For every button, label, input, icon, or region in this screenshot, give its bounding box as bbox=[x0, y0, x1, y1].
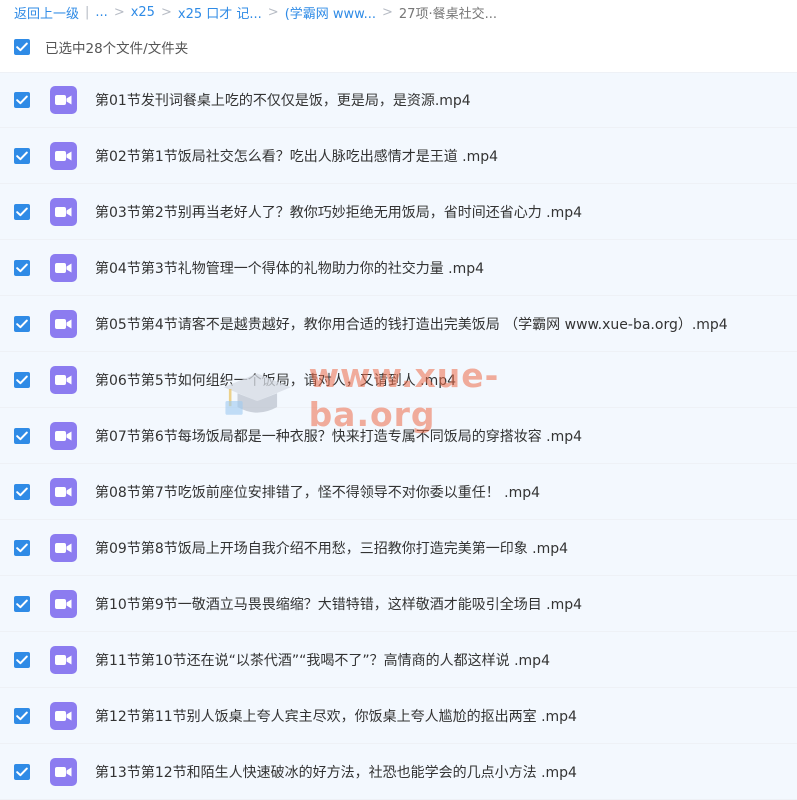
file-name[interactable]: 第05节第4节请客不是越贵越好，教你用合适的钱打造出完美饭局 （学霸网 www.… bbox=[95, 314, 728, 334]
checkmark-icon bbox=[16, 767, 28, 776]
video-file-icon bbox=[50, 309, 77, 338]
breadcrumb: 返回上一级 | ... > x25 > x25 口才 记... > (学霸网 w… bbox=[0, 0, 797, 24]
file-row[interactable]: 第04节第3节礼物管理一个得体的礼物助力你的社交力量 .mp4 bbox=[0, 240, 797, 296]
file-checkbox[interactable] bbox=[14, 92, 30, 108]
checkmark-icon bbox=[16, 543, 28, 552]
checkmark-icon bbox=[16, 319, 28, 328]
video-file-icon bbox=[50, 757, 77, 786]
breadcrumb-separator: > bbox=[160, 4, 172, 20]
breadcrumb-item-x25[interactable]: x25 bbox=[131, 5, 155, 20]
file-name[interactable]: 第02节第1节饭局社交怎么看？吃出人脉吃出感情才是王道 .mp4 bbox=[95, 146, 498, 166]
file-checkbox[interactable] bbox=[14, 707, 30, 724]
breadcrumb-current-folder: 27项·餐桌社交... bbox=[398, 6, 497, 22]
video-file-icon bbox=[50, 365, 77, 394]
video-file-icon bbox=[50, 533, 77, 562]
file-checkbox[interactable] bbox=[14, 651, 30, 668]
file-name[interactable]: 第10节第9节一敬酒立马畏畏缩缩？大错特错，这样敬酒才能吸引全场目 .mp4 bbox=[95, 594, 582, 614]
file-row[interactable]: 第10节第9节一敬酒立马畏畏缩缩？大错特错，这样敬酒才能吸引全场目 .mp4 bbox=[0, 576, 797, 632]
video-file-icon bbox=[50, 421, 77, 450]
checkmark-icon bbox=[16, 151, 28, 160]
breadcrumb-item-xueba[interactable]: (学霸网 www... bbox=[285, 3, 376, 22]
file-row[interactable]: 第11节第10节还在说“以茶代酒”“我喝不了”？高情商的人都这样说 .mp4 bbox=[0, 632, 797, 688]
checkmark-icon bbox=[16, 655, 28, 664]
checkmark-icon bbox=[16, 711, 28, 720]
checkmark-icon bbox=[16, 207, 28, 216]
file-name[interactable]: 第06节第5节如何组织一个饭局，请对人，又请到人 .mp4 bbox=[95, 370, 456, 390]
video-file-icon bbox=[50, 86, 77, 114]
video-file-icon bbox=[50, 197, 77, 226]
video-file-icon bbox=[50, 701, 77, 730]
video-file-icon bbox=[50, 253, 77, 282]
breadcrumb-separator: > bbox=[382, 4, 393, 20]
file-name[interactable]: 第01节发刊词餐桌上吃的不仅仅是饭，更是局，是资源.mp4 bbox=[95, 90, 471, 110]
file-name[interactable]: 第04节第3节礼物管理一个得体的礼物助力你的社交力量 .mp4 bbox=[95, 258, 484, 278]
file-name[interactable]: 第11节第10节还在说“以茶代酒”“我喝不了”？高情商的人都这样说 .mp4 bbox=[95, 650, 550, 670]
file-checkbox[interactable] bbox=[14, 539, 30, 556]
checkmark-icon bbox=[16, 375, 28, 384]
file-name[interactable]: 第03节第2节别再当老好人了？教你巧妙拒绝无用饭局，省时间还省心力 .mp4 bbox=[95, 202, 582, 222]
file-checkbox[interactable] bbox=[14, 259, 30, 276]
breadcrumb-separator: | bbox=[85, 4, 90, 20]
file-list: 第01节发刊词餐桌上吃的不仅仅是饭，更是局，是资源.mp4 第02节第1节饭局社交… bbox=[0, 72, 797, 800]
file-row[interactable]: 第08节第7节吃饭前座位安排错了，怪不得领导不对你委以重任！ .mp4 bbox=[0, 464, 797, 520]
back-link[interactable]: 返回上一级 bbox=[14, 3, 79, 22]
file-row[interactable]: 第07节第6节每场饭局都是一种衣服？快来打造专属不同饭局的穿搭妆容 .mp4 bbox=[0, 408, 797, 464]
checkmark-icon bbox=[16, 487, 28, 496]
breadcrumb-separator: > bbox=[267, 4, 279, 20]
file-row[interactable]: 第09节第8节饭局上开场自我介绍不用愁，三招教你打造完美第一印象 .mp4 bbox=[0, 520, 797, 576]
file-checkbox[interactable] bbox=[14, 315, 30, 332]
video-file-icon bbox=[50, 477, 77, 506]
file-checkbox[interactable] bbox=[14, 763, 30, 780]
file-row[interactable]: 第03节第2节别再当老好人了？教你巧妙拒绝无用饭局，省时间还省心力 .mp4 bbox=[0, 184, 797, 240]
selection-count-label: 已选中28个文件/文件夹 bbox=[45, 41, 189, 57]
breadcrumb-item-ellipsis[interactable]: ... bbox=[95, 5, 107, 20]
file-row[interactable]: 第05节第4节请客不是越贵越好，教你用合适的钱打造出完美饭局 （学霸网 www.… bbox=[0, 296, 797, 352]
checkmark-icon bbox=[16, 42, 28, 52]
select-all-checkbox[interactable] bbox=[14, 39, 30, 55]
file-checkbox[interactable] bbox=[14, 427, 30, 444]
file-row[interactable]: 第06节第5节如何组织一个饭局，请对人，又请到人 .mp4 bbox=[0, 352, 797, 408]
file-row[interactable]: 第01节发刊词餐桌上吃的不仅仅是饭，更是局，是资源.mp4 bbox=[0, 72, 797, 128]
file-checkbox[interactable] bbox=[14, 147, 30, 164]
video-file-icon bbox=[50, 141, 77, 170]
video-file-icon bbox=[50, 645, 77, 674]
file-name[interactable]: 第12节第11节别人饭桌上夸人宾主尽欢，你饭桌上夸人尴尬的抠出两室 .mp4 bbox=[95, 706, 577, 726]
checkmark-icon bbox=[16, 431, 28, 440]
select-all-bar: 已选中28个文件/文件夹 bbox=[0, 24, 797, 70]
breadcrumb-separator: > bbox=[113, 4, 125, 20]
file-row[interactable]: 第02节第1节饭局社交怎么看？吃出人脉吃出感情才是王道 .mp4 bbox=[0, 128, 797, 184]
file-checkbox[interactable] bbox=[14, 483, 30, 500]
checkmark-icon bbox=[16, 263, 28, 272]
file-row[interactable]: 第12节第11节别人饭桌上夸人宾主尽欢，你饭桌上夸人尴尬的抠出两室 .mp4 bbox=[0, 688, 797, 744]
checkmark-icon bbox=[16, 95, 28, 105]
breadcrumb-item-x25-speech[interactable]: x25 口才 记... bbox=[178, 3, 262, 22]
file-checkbox[interactable] bbox=[14, 203, 30, 220]
file-checkbox[interactable] bbox=[14, 371, 30, 388]
file-name[interactable]: 第08节第7节吃饭前座位安排错了，怪不得领导不对你委以重任！ .mp4 bbox=[95, 482, 540, 502]
file-name[interactable]: 第07节第6节每场饭局都是一种衣服？快来打造专属不同饭局的穿搭妆容 .mp4 bbox=[95, 426, 582, 446]
file-name[interactable]: 第09节第8节饭局上开场自我介绍不用愁，三招教你打造完美第一印象 .mp4 bbox=[95, 538, 568, 558]
file-checkbox[interactable] bbox=[14, 595, 30, 612]
checkmark-icon bbox=[16, 599, 28, 608]
video-file-icon bbox=[50, 589, 77, 618]
file-name[interactable]: 第13节第12节和陌生人快速破冰的好方法，社恐也能学会的几点小方法 .mp4 bbox=[95, 762, 577, 782]
